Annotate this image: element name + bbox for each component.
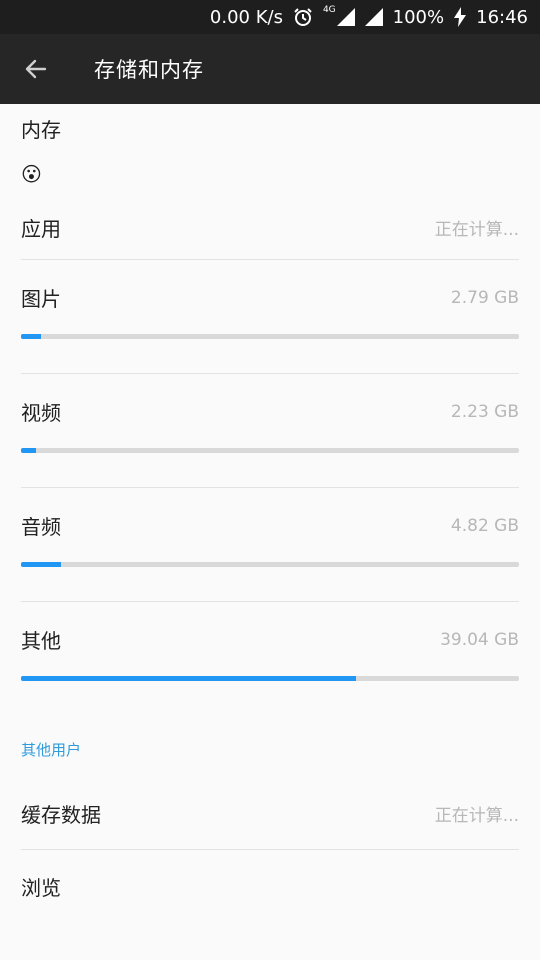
cache-value: 正在计算... [434,806,519,826]
alarm-icon [293,7,313,27]
browse-label: 浏览 [21,876,61,900]
battery-percent: 100% [392,6,445,28]
category-row-images[interactable]: 图片 2.79 GB [0,260,540,373]
apps-label: 应用 [21,217,61,241]
category-size: 2.23 GB [450,401,519,422]
usage-bar [21,676,519,681]
charging-icon [454,7,467,27]
usage-bar-fill [21,676,356,681]
status-bar: 0.00 K/s 4G 100% 16:46 [0,0,540,34]
category-row-other[interactable]: 其他 39.04 GB [0,602,540,704]
browse-row[interactable]: 浏览 [0,850,540,920]
surprised-emoji-icon: 😮 [21,162,42,186]
apps-value: 正在计算... [434,220,519,240]
usage-bar-fill [21,448,36,453]
clock-time: 16:46 [476,6,528,28]
net-speed: 0.00 K/s [209,6,283,28]
category-label: 视频 [21,401,61,425]
app-bar: 存储和内存 [0,34,540,104]
signal-icon [364,8,383,26]
category-size: 2.79 GB [450,287,519,308]
usage-bar-fill [21,562,61,567]
storage-list: 内存 😮 应用 正在计算... 图片 2.79 GB 视频 2.23 GB 音频… [0,104,540,920]
network-type: 4G [322,5,336,15]
category-label: 图片 [21,287,61,311]
apps-row[interactable]: 应用 正在计算... [0,204,540,259]
usage-bar [21,448,519,453]
category-row-audio[interactable]: 音频 4.82 GB [0,488,540,601]
cache-row[interactable]: 缓存数据 正在计算... [0,779,540,849]
category-size: 4.82 GB [450,515,519,536]
category-size: 39.04 GB [440,629,519,650]
memory-section-title: 内存 [21,118,61,142]
back-arrow-icon[interactable] [18,51,54,87]
other-users-header: 其他用户 [21,741,82,759]
usage-bar-fill [21,334,41,339]
usage-bar [21,334,519,339]
category-label: 其他 [21,629,61,653]
category-label: 音频 [21,515,61,539]
page-title: 存储和内存 [94,58,204,82]
usage-bar [21,562,519,567]
category-row-video[interactable]: 视频 2.23 GB [0,374,540,487]
cache-label: 缓存数据 [21,803,101,827]
signal-4g-icon: 4G [322,5,355,26]
